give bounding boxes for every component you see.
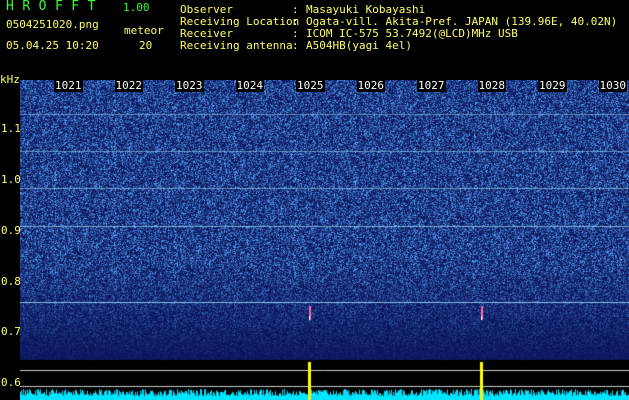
app-version: 1.00 — [123, 1, 150, 14]
time-tick-label: 1027 — [417, 79, 446, 92]
frequency-tick-label: 1.0 — [1, 173, 21, 186]
frequency-tick-label: 0.6 — [1, 376, 21, 389]
frequency-tick-label: 1.1 — [1, 122, 21, 135]
meteor-count-label: meteor — [124, 24, 164, 37]
time-tick-label: 1026 — [356, 79, 385, 92]
time-tick-label: 1023 — [175, 79, 204, 92]
meteor-count-value: 20 — [139, 39, 153, 52]
frequency-tick-label: 0.9 — [1, 224, 21, 237]
header-panel: HROFFT 1.00 0504251020.png 05.04.25 10:2… — [0, 0, 629, 75]
frequency-axis: 1.1 1.0 0.9 0.8 0.7 0.6 — [0, 0, 21, 400]
frequency-tick-label: 0.7 — [1, 325, 21, 338]
frequency-tick-label: 0.8 — [1, 275, 21, 288]
spectrogram-plot — [20, 80, 629, 400]
time-tick-label: 1021 — [54, 79, 83, 92]
antenna-colon: : — [292, 39, 299, 52]
time-tick-label: 1028 — [477, 79, 506, 92]
time-tick-label: 1025 — [296, 79, 325, 92]
antenna-label: Receiving antenna — [180, 39, 293, 52]
time-tick-label: 1022 — [114, 79, 143, 92]
time-tick-label: 1024 — [235, 79, 264, 92]
time-tick-label: 1029 — [538, 79, 567, 92]
app-title: HROFFT — [6, 0, 104, 14]
time-tick-label: 1030 — [598, 79, 627, 92]
antenna-value: A504HB(yagi 4el) — [306, 39, 412, 52]
